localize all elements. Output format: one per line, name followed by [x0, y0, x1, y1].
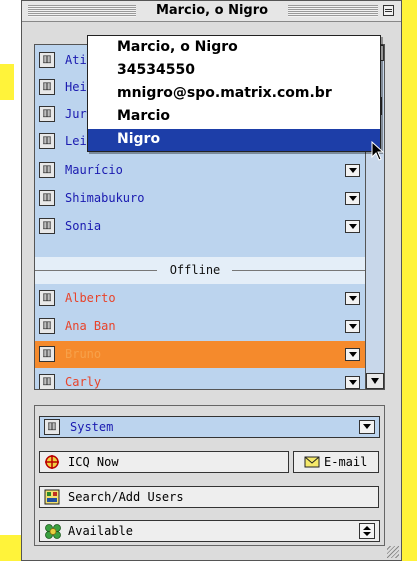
- window-title: Marcio, o Nigro: [155, 3, 269, 18]
- bottom-control-panel: ▥ System ICQ Now E-mail Search/Add Users…: [34, 405, 385, 546]
- contact-row[interactable]: ▥ Sonia: [35, 213, 365, 240]
- status-flower-icon: [45, 524, 61, 539]
- search-add-users-button[interactable]: Search/Add Users: [39, 486, 379, 508]
- divider-line: [232, 270, 365, 271]
- contact-name: Ati: [65, 53, 87, 67]
- scroll-down-arrow-icon[interactable]: [366, 373, 384, 389]
- icq-now-label: ICQ Now: [68, 455, 119, 469]
- popup-menu-item[interactable]: mnigro@spo.matrix.com.br: [88, 83, 380, 105]
- popup-menu-item[interactable]: Marcio, o Nigro: [88, 37, 380, 59]
- contact-name: Lei: [65, 134, 87, 148]
- page-accent-bar-left: [0, 64, 14, 100]
- status-select[interactable]: Available: [39, 520, 380, 542]
- status-stepper-icon[interactable]: [359, 523, 375, 539]
- contact-card-icon: ▥: [39, 190, 55, 206]
- contact-card-icon: ▥: [39, 218, 55, 234]
- contact-card-icon: ▥: [39, 162, 55, 178]
- contact-name: Sonia: [65, 219, 102, 233]
- contact-row-selected[interactable]: ▥ Bruno: [35, 341, 365, 368]
- status-value: Available: [68, 524, 134, 538]
- title-bar-stripes: [28, 5, 136, 17]
- popup-menu-item[interactable]: Marcio: [88, 106, 380, 128]
- collapse-box-icon[interactable]: [383, 5, 394, 16]
- contact-name: Alberto: [65, 291, 116, 305]
- contact-row[interactable]: ▥ Alberto: [35, 285, 365, 312]
- contact-card-icon: ▥: [39, 133, 55, 149]
- contact-info-popup-menu[interactable]: Marcio, o Nigro 34534550 mnigro@spo.matr…: [87, 35, 381, 152]
- contact-card-icon: ▥: [39, 346, 55, 362]
- popup-menu-item-label: 34534550: [117, 62, 195, 78]
- system-name: System: [70, 420, 114, 434]
- title-bar[interactable]: Marcio, o Nigro: [22, 1, 401, 22]
- contact-card-icon: ▥: [39, 374, 55, 389]
- system-row[interactable]: ▥ System: [39, 416, 380, 438]
- contact-card-icon: ▥: [44, 419, 60, 435]
- divider-line: [35, 270, 157, 271]
- contact-menu-button[interactable]: [345, 348, 360, 361]
- offline-group-divider[interactable]: Offline: [35, 257, 365, 284]
- icq-now-button[interactable]: ICQ Now: [39, 451, 289, 473]
- title-bar-stripes: [288, 5, 378, 17]
- resize-grip-icon[interactable]: [387, 546, 399, 558]
- contact-row[interactable]: ▥ Ana Ban: [35, 313, 365, 340]
- search-add-users-label: Search/Add Users: [68, 490, 184, 504]
- icq-flower-icon: [45, 455, 59, 469]
- contact-menu-button[interactable]: [345, 320, 360, 333]
- contact-menu-button[interactable]: [345, 164, 360, 177]
- contact-card-icon: ▥: [39, 318, 55, 334]
- contact-card-icon: ▥: [39, 52, 55, 68]
- email-button[interactable]: E-mail: [293, 451, 379, 473]
- contact-name: Shimabukuro: [65, 191, 145, 205]
- contact-menu-button[interactable]: [345, 376, 360, 389]
- page-accent-bar: [402, 0, 417, 561]
- offline-group-label: Offline: [169, 263, 221, 277]
- system-menu-button[interactable]: [359, 420, 375, 434]
- contact-card-icon: ▥: [39, 290, 55, 306]
- contact-menu-button[interactable]: [345, 192, 360, 205]
- popup-menu-item-label: Marcio, o Nigro: [117, 39, 238, 55]
- contact-menu-button[interactable]: [345, 220, 360, 233]
- search-users-icon: [44, 489, 60, 505]
- envelope-icon: [304, 456, 320, 468]
- contact-name: Carly: [65, 375, 102, 389]
- contact-name: Ana Ban: [65, 319, 116, 333]
- contact-name: Jur: [65, 107, 87, 121]
- contact-card-icon: ▥: [39, 79, 55, 95]
- mouse-pointer-icon: [371, 141, 385, 161]
- popup-menu-item-label: Nigro: [117, 131, 161, 147]
- contact-row[interactable]: ▥ Carly: [35, 369, 365, 389]
- popup-menu-item[interactable]: 34534550: [88, 60, 380, 82]
- email-label: E-mail: [324, 455, 368, 469]
- contact-name: Maurício: [65, 163, 123, 177]
- contact-card-icon: ▥: [39, 106, 55, 122]
- popup-menu-item-highlighted[interactable]: Nigro: [88, 129, 380, 151]
- contact-menu-button[interactable]: [345, 292, 360, 305]
- popup-menu-item-label: Marcio: [117, 108, 170, 124]
- contact-row[interactable]: ▥ Shimabukuro: [35, 185, 365, 212]
- popup-menu-item-label: mnigro@spo.matrix.com.br: [117, 85, 332, 101]
- contact-name: Hei: [65, 80, 87, 94]
- contact-row[interactable]: ▥ Maurício: [35, 157, 365, 184]
- contact-name: Bruno: [65, 347, 102, 361]
